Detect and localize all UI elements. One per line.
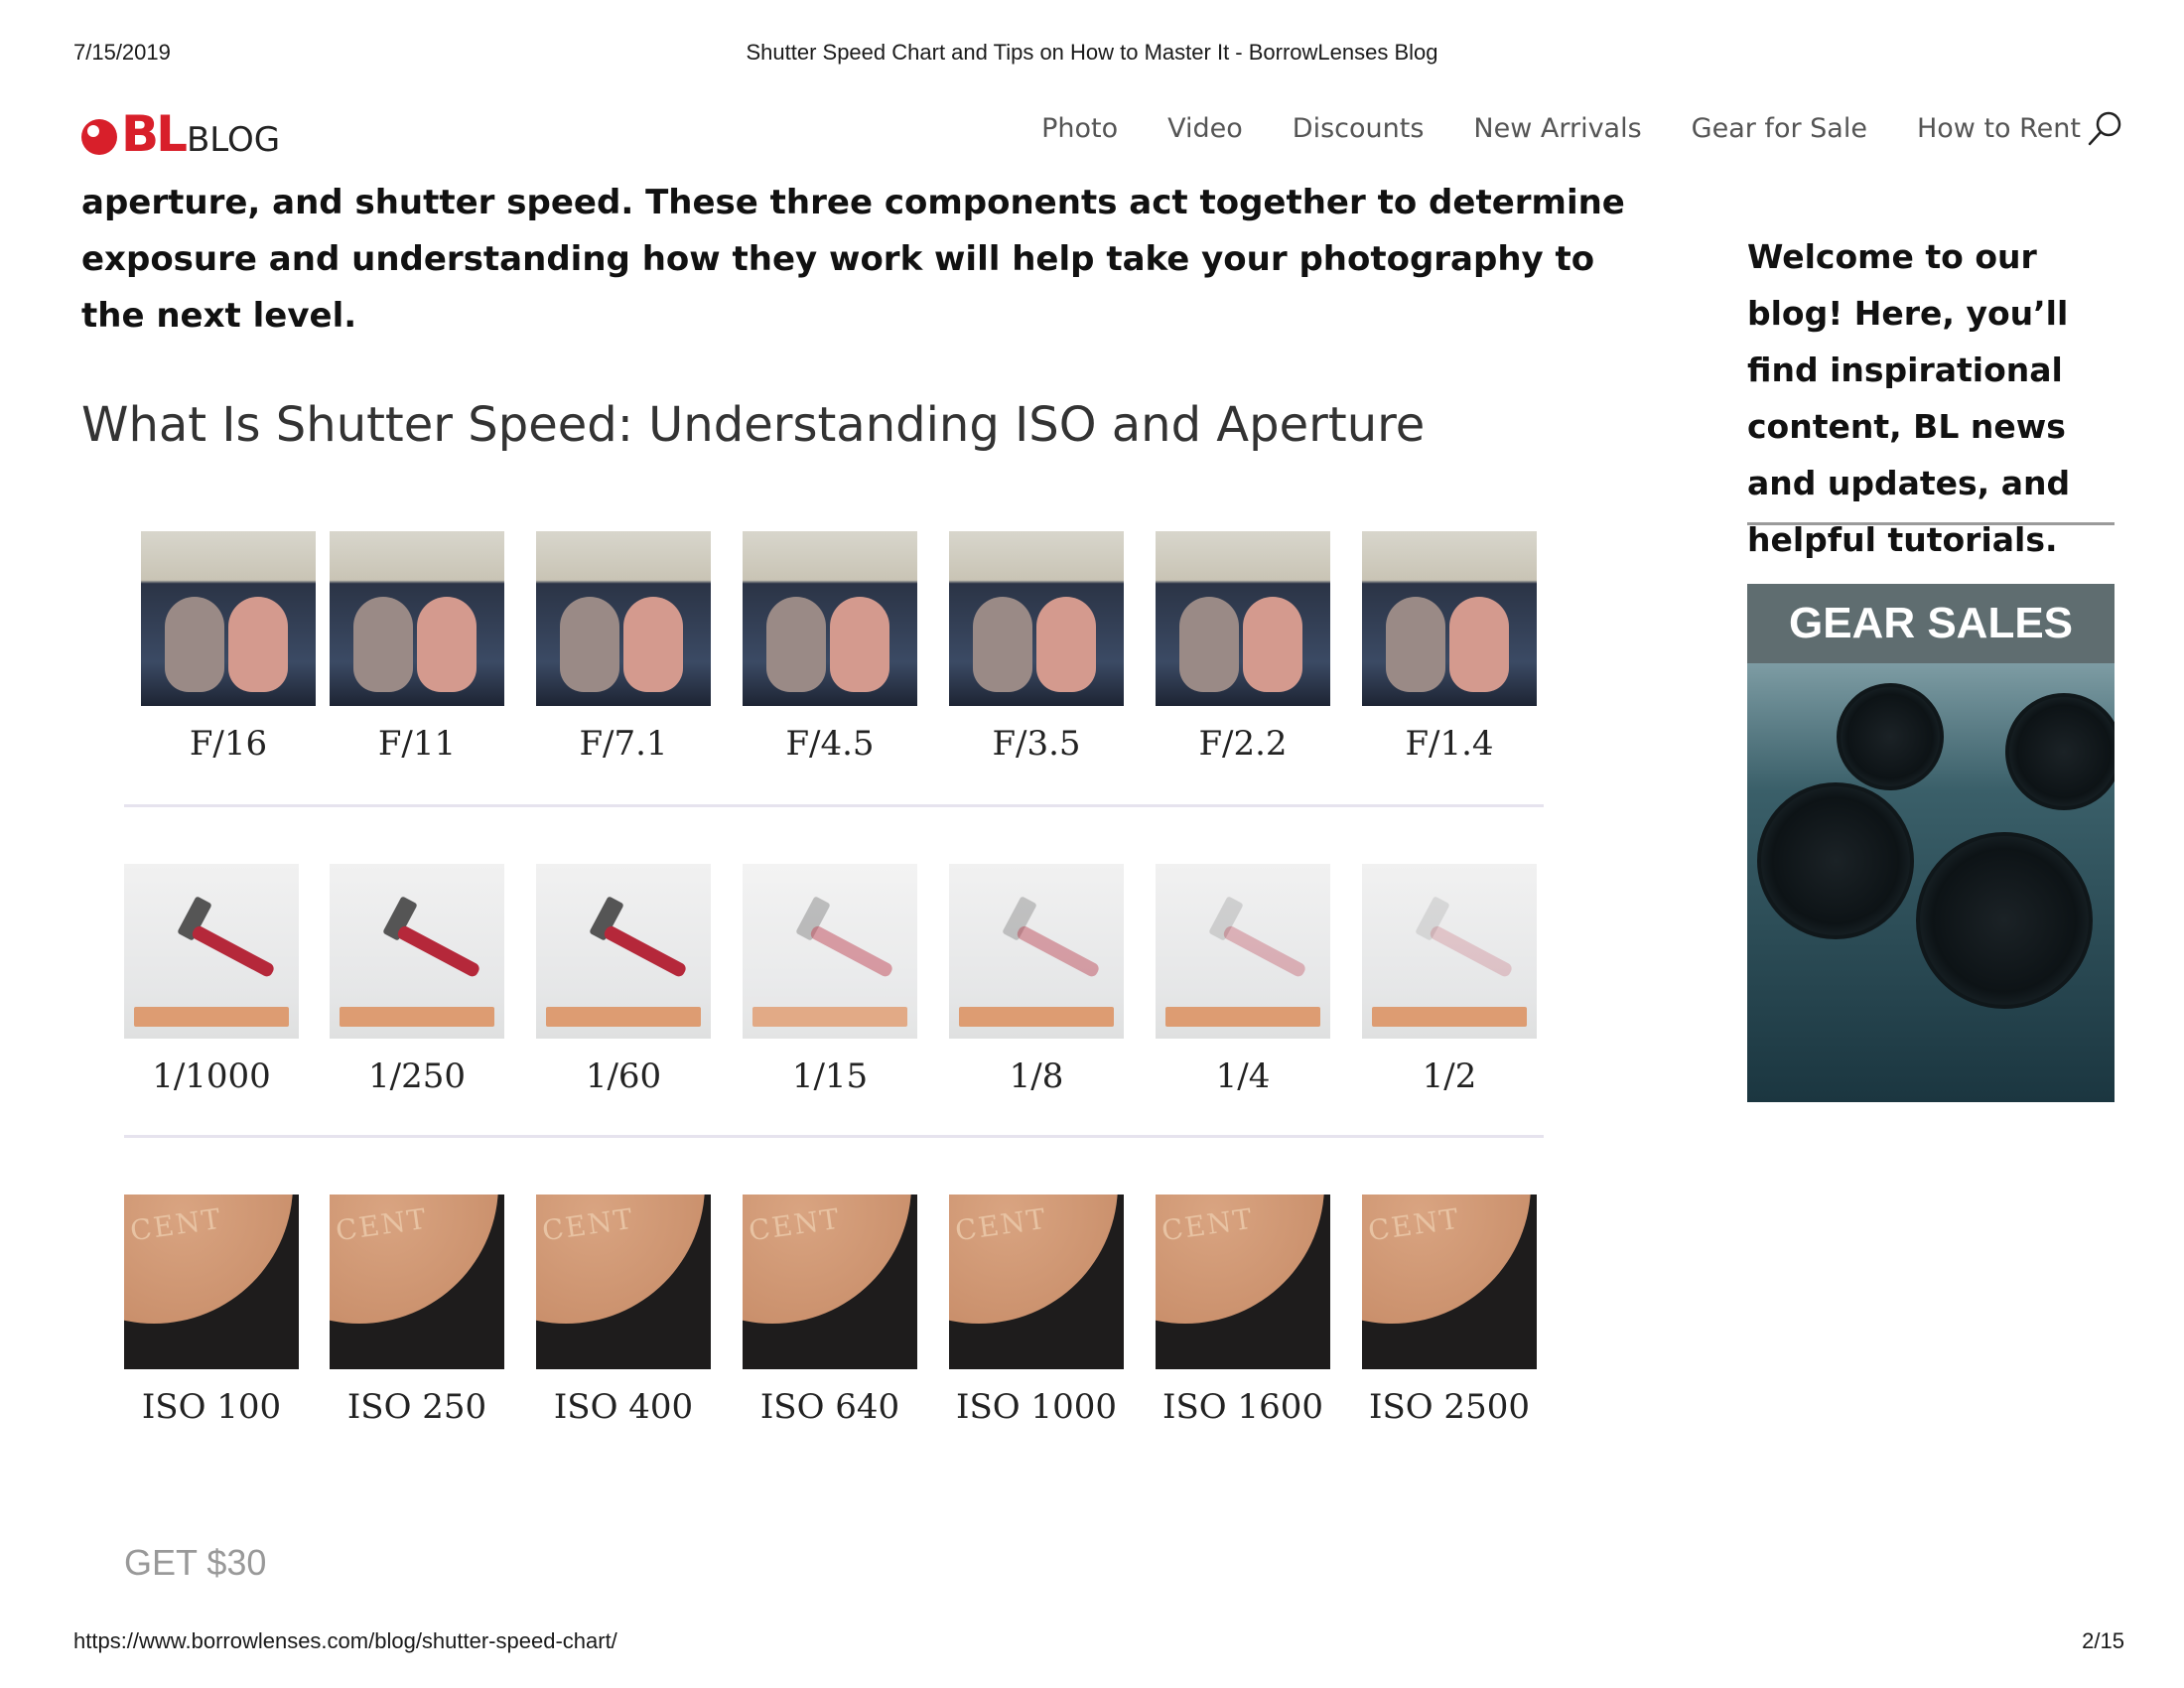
logo-text: BLOG	[186, 120, 281, 160]
gear-sales-ad[interactable]: GEAR SALES	[1747, 584, 2115, 1102]
pig-thumbnail	[949, 531, 1124, 706]
aperture-label: F/7.1	[579, 724, 668, 764]
pig-thumbnail	[1156, 531, 1330, 706]
aperture-label: F/3.5	[992, 724, 1081, 764]
hammer-thumbnail	[1362, 864, 1537, 1039]
aperture-cell: F/4.5	[743, 531, 917, 764]
shutter-speed-label: 1/4	[1215, 1056, 1271, 1096]
aperture-label: F/16	[189, 724, 268, 764]
promo-text[interactable]: GET $30	[124, 1542, 266, 1584]
iso-label: ISO 640	[759, 1387, 900, 1427]
logo-mark-text: BL	[121, 105, 188, 163]
coin-thumbnail: CENT	[536, 1195, 711, 1369]
logo-mark-icon	[81, 119, 117, 155]
shutter-speed-label: 1/1000	[152, 1056, 271, 1096]
pig-thumbnail	[743, 531, 917, 706]
aperture-label: F/11	[377, 724, 457, 764]
aperture-cell: F/16	[141, 531, 316, 764]
iso-label: ISO 1000	[956, 1387, 1117, 1427]
iso-label: ISO 1600	[1162, 1387, 1323, 1427]
shutter-speed-label: 1/15	[791, 1056, 869, 1096]
coin-thumbnail: CENT	[124, 1195, 299, 1369]
hammer-thumbnail	[949, 864, 1124, 1039]
ad-title: GEAR SALES	[1747, 584, 2115, 663]
hammer-thumbnail	[743, 864, 917, 1039]
print-page-number: 2/15	[2082, 1628, 2124, 1653]
shutter-speed-label: 1/2	[1422, 1056, 1477, 1096]
iso-cell: CENT ISO 640	[743, 1195, 917, 1427]
iso-label: ISO 100	[141, 1387, 282, 1427]
aperture-cell: F/1.4	[1362, 531, 1537, 764]
iso-cell: CENT ISO 1600	[1156, 1195, 1330, 1427]
aperture-cell: F/2.2	[1156, 531, 1330, 764]
aperture-cell: F/11	[330, 531, 504, 764]
iso-cell: CENT ISO 250	[330, 1195, 504, 1427]
hammer-thumbnail	[1156, 864, 1330, 1039]
nav-item-new-arrivals[interactable]: New Arrivals	[1473, 113, 1641, 144]
iso-cell: CENT ISO 100	[124, 1195, 299, 1427]
nav-item-gear-for-sale[interactable]: Gear for Sale	[1692, 113, 1867, 144]
aperture-label: F/2.2	[1198, 724, 1288, 764]
shutter-speed-cell: 1/60	[536, 864, 711, 1096]
main-nav: Photo Video Discounts New Arrivals Gear …	[992, 113, 2081, 144]
exposure-chart-image: F/16 F/11 F/7.1 F/4.5 F/3.5 F/2.2 F/1.4	[124, 531, 1544, 1445]
pig-thumbnail	[330, 531, 504, 706]
coin-thumbnail: CENT	[949, 1195, 1124, 1369]
sidebar-divider	[1747, 522, 2115, 525]
aperture-label: F/4.5	[785, 724, 875, 764]
iso-label: ISO 250	[346, 1387, 487, 1427]
lens-graphic	[1916, 832, 2093, 1009]
print-title: Shutter Speed Chart and Tips on How to M…	[746, 40, 1438, 65]
iso-cell: CENT ISO 2500	[1362, 1195, 1537, 1427]
lens-graphic	[1757, 782, 1914, 939]
aperture-cell: F/3.5	[949, 531, 1124, 764]
nav-item-video[interactable]: Video	[1167, 113, 1243, 144]
chart-divider	[124, 1135, 1544, 1138]
hammer-thumbnail	[536, 864, 711, 1039]
shutter-speed-cell: 1/1000	[124, 864, 299, 1096]
pig-thumbnail	[141, 531, 316, 706]
coin-thumbnail: CENT	[743, 1195, 917, 1369]
intro-paragraph: aperture, and shutter speed. These three…	[81, 183, 1625, 336]
iso-cell: CENT ISO 1000	[949, 1195, 1124, 1427]
nav-item-photo[interactable]: Photo	[1041, 113, 1118, 144]
aperture-cell: F/7.1	[536, 531, 711, 764]
shutter-speed-label: 1/8	[1009, 1056, 1064, 1096]
coin-thumbnail: CENT	[1156, 1195, 1330, 1369]
coin-thumbnail: CENT	[330, 1195, 504, 1369]
sidebar-welcome: Welcome to our blog! Here, you’ll find i…	[1747, 237, 2071, 559]
hammer-thumbnail	[124, 864, 299, 1039]
shutter-speed-label: 1/250	[368, 1056, 466, 1096]
pig-thumbnail	[536, 531, 711, 706]
section-heading: What Is Shutter Speed: Understanding ISO…	[81, 397, 1426, 453]
nav-item-how-to-rent[interactable]: How to Rent	[1917, 113, 2081, 144]
search-icon[interactable]	[2085, 109, 2124, 149]
shutter-speed-label: 1/60	[585, 1056, 662, 1096]
chart-divider	[124, 804, 1544, 807]
iso-cell: CENT ISO 400	[536, 1195, 711, 1427]
nav-item-discounts[interactable]: Discounts	[1293, 113, 1425, 144]
shutter-speed-cell: 1/2	[1362, 864, 1537, 1096]
hammer-thumbnail	[330, 864, 504, 1039]
iso-label: ISO 400	[553, 1387, 694, 1427]
coin-thumbnail: CENT	[1362, 1195, 1537, 1369]
shutter-speed-cell: 1/8	[949, 864, 1124, 1096]
shutter-speed-cell: 1/4	[1156, 864, 1330, 1096]
print-url: https://www.borrowlenses.com/blog/shutte…	[73, 1628, 617, 1653]
lens-graphic	[2005, 693, 2115, 810]
shutter-speed-cell: 1/250	[330, 864, 504, 1096]
aperture-label: F/1.4	[1405, 724, 1494, 764]
iso-label: ISO 2500	[1369, 1387, 1530, 1427]
shutter-speed-cell: 1/15	[743, 864, 917, 1096]
lens-graphic	[1837, 683, 1944, 790]
pig-thumbnail	[1362, 531, 1537, 706]
site-logo[interactable]: BL BLOG	[79, 103, 280, 159]
